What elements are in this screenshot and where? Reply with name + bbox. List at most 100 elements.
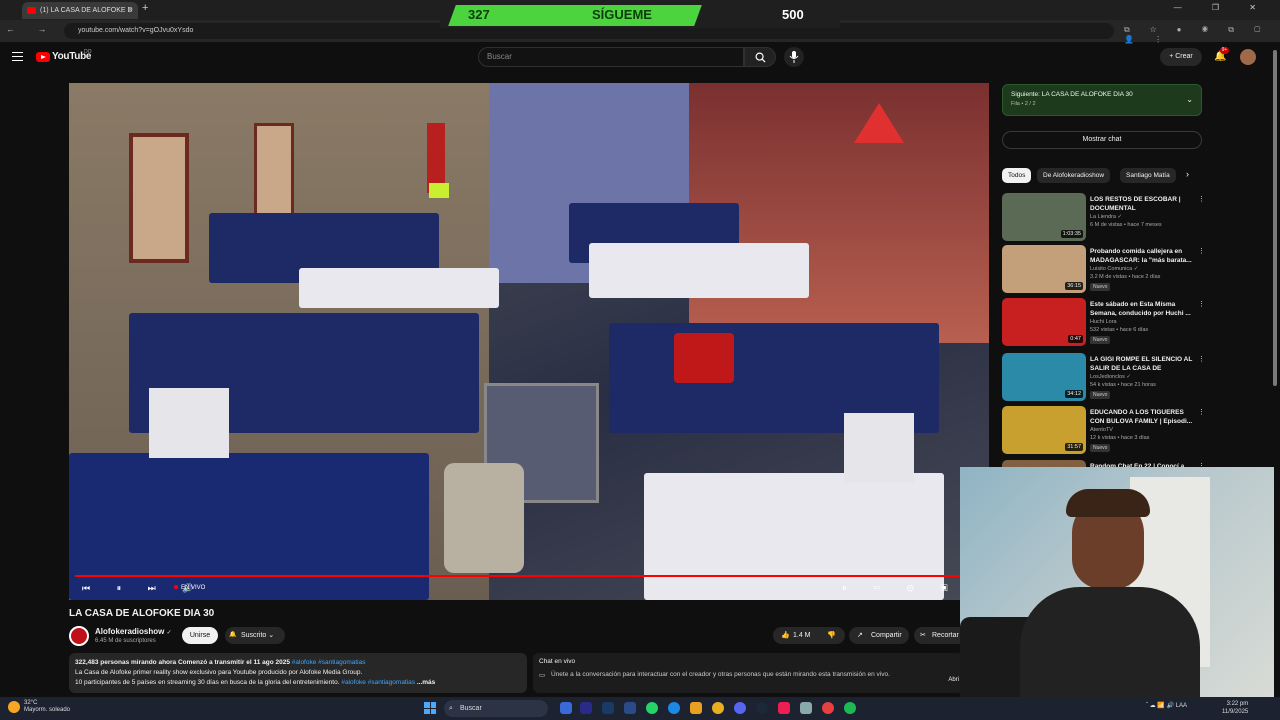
thumbs-down-icon[interactable]: 👎 [827,627,836,644]
recommended-video-meta: 12 k vistas • hace 3 días [1090,435,1150,441]
search-button[interactable] [744,47,776,67]
menu-icon[interactable] [12,52,23,61]
whatsapp-icon[interactable] [646,702,658,714]
recommended-video-channel[interactable]: La Liendra ✓ [1090,214,1122,220]
clip-label: Recortar [932,632,959,639]
taskview-icon[interactable] [560,702,572,714]
spotify-icon[interactable] [844,702,856,714]
description-stats: 322,483 personas mirando ahora Comenzó a… [75,659,290,666]
create-button[interactable]: + Crear [1160,48,1202,66]
up-next-panel[interactable]: Siguiente: LA CASA DE ALOFOKE DIA 30 Fil… [1002,84,1202,116]
new-badge: Nuevo [1090,391,1111,399]
video-duration: 31:57 [1065,443,1083,451]
channel-avatar[interactable] [69,626,89,646]
more-options-icon[interactable]: ⋮ [1198,408,1205,416]
video-thumbnail[interactable]: 31:57 [1002,406,1086,454]
weather-sun-icon[interactable] [8,701,20,713]
youtube-favicon-icon [27,7,36,14]
recommended-video[interactable]: 1:03:35 LOS RESTOS DE ESCOBAR | DOCUMENTA… [1002,193,1205,243]
recommended-video-channel[interactable]: LosJedionclos ✓ [1090,374,1131,380]
channel-name-text[interactable]: Alofokeradioshow [95,627,164,636]
steam-icon[interactable] [756,702,768,714]
thumbs-up-icon: 👍 [781,632,790,639]
taskbar-clock[interactable]: 3:22 pm 11/9/2025 [1222,700,1248,716]
description-line-2: La Casa de Alofoke primer reality show e… [75,669,363,676]
video-description[interactable]: 322,483 personas mirando ahora Comenzó a… [69,653,527,693]
window-controls[interactable]: — ❐ ✕ [1174,3,1270,12]
video-player[interactable] [69,83,989,600]
app-icon-2[interactable] [800,702,812,714]
recommended-video[interactable]: 36:15 Probando comida callejera en MADAGA… [1002,245,1205,295]
overlay-left-count: 327 [468,7,490,22]
subscribed-button[interactable]: Suscrito ⌄ [225,627,285,644]
weather-widget[interactable]: 32°C Mayorm. soleado [24,700,70,714]
open-chat-button[interactable]: Abri [948,677,959,683]
recommended-video[interactable]: 34:12 LA GIGI ROMPE EL SILENCIO AL SALIR … [1002,353,1205,403]
windows-start-icon[interactable] [424,702,436,714]
search-input[interactable]: Buscar [478,47,744,67]
description-hashtags-2[interactable]: #alofoke #santiagomatias [341,679,415,686]
tab-close-icon[interactable]: ✕ [127,2,133,19]
recommended-video-title[interactable]: LOS RESTOS DE ESCOBAR | DOCUMENTAL [1090,195,1194,213]
edge-icon[interactable] [668,702,680,714]
recommended-video-title[interactable]: LA GIGI ROMPE EL SILENCIO AL SALIR DE LA… [1090,355,1194,373]
account-avatar[interactable] [1240,49,1256,65]
chip-santiago[interactable]: Santiago Matía [1120,168,1176,183]
live-chat-panel[interactable]: Chat en vivo ▭ Únete a la conversación p… [533,653,963,693]
join-button[interactable]: Unirse [182,627,218,644]
live-indicator[interactable]: EN VIVO [174,585,205,591]
recommended-video-title[interactable]: Este sábado en Esta Mísma Semana, conduc… [1090,300,1194,318]
tiktok-icon[interactable] [778,702,790,714]
premiere-icon[interactable] [580,702,592,714]
subscriber-count: 6.45 M de suscriptores [95,638,156,644]
video-scene-laundry-basket [444,463,524,573]
more-options-icon[interactable]: ⋮ [1198,247,1205,255]
video-thumbnail[interactable]: 0:47 [1002,298,1086,346]
more-options-icon[interactable]: ⋮ [1198,195,1205,203]
voice-search-button[interactable] [784,47,804,67]
app-icon-3[interactable] [822,702,834,714]
taskbar-search[interactable]: ⌕ Buscar [444,700,548,717]
chevron-down-icon[interactable]: ⌄ [1186,95,1193,104]
chrome-icon[interactable] [712,702,724,714]
live-chat-prompt: ▭ Únete a la conversación para interactu… [539,671,957,679]
chips-next-icon[interactable]: › [1186,169,1189,179]
file-explorer-icon[interactable] [690,702,702,714]
new-tab-button[interactable]: + [142,2,148,14]
taskbar-search-icon: ⌕ [449,705,453,712]
extension-icons[interactable]: ⧉ ☆ ● ◉ ⧉ ▢ 👤 ⋮ [1124,25,1280,44]
more-options-icon[interactable]: ⋮ [1198,355,1205,363]
recommended-video-channel[interactable]: Luisito Comunica ✓ [1090,266,1138,272]
streamer-webcam [960,467,1274,707]
discord-icon[interactable] [734,702,746,714]
more-options-icon[interactable]: ⋮ [1198,300,1205,308]
like-button[interactable]: 👍 1.4 M 👎 [773,627,845,644]
app-icon[interactable] [624,702,636,714]
recommended-video-title[interactable]: Probando comida callejera en MADAGASCAR:… [1090,247,1194,265]
system-tray[interactable]: ˆ ☁ 📶 🔊 LAA [1146,702,1187,709]
video-scene-nightstand [149,388,229,458]
video-thumbnail[interactable]: 36:15 [1002,245,1086,293]
video-progress-fill[interactable] [75,575,960,577]
scrollbar-thumb[interactable] [1273,50,1277,386]
video-scene-sheet [299,268,499,308]
recommended-video-title[interactable]: EDUCANDO A LOS TIGUERES CON BULOVA FAMIL… [1090,408,1194,426]
photoshop-icon[interactable] [602,702,614,714]
show-more-link[interactable]: ...más [417,679,435,686]
chip-all[interactable]: Todos [1002,168,1032,183]
chip-channel[interactable]: De Alofokeradioshow [1037,168,1111,183]
recommended-video-channel[interactable]: AtentoTV [1090,427,1113,433]
recommended-video[interactable]: 31:57 EDUCANDO A LOS TIGUERES CON BULOVA … [1002,406,1205,456]
channel-name[interactable]: Alofokeradioshow ✓ [95,627,172,636]
video-thumbnail[interactable]: 1:03:35 [1002,193,1086,241]
description-hashtags[interactable]: #alofoke #santiagomatias [292,659,366,666]
browser-tab-youtube[interactable]: (1) LA CASA DE ALOFOKE D ✕ [22,2,138,19]
show-chat-button[interactable]: Mostrar chat [1002,131,1202,149]
video-thumbnail[interactable]: 34:12 [1002,353,1086,401]
recommended-video[interactable]: 0:47 Este sábado en Esta Mísma Semana, co… [1002,298,1205,348]
weather-temp: 32°C [24,700,38,706]
youtube-logo-icon[interactable] [36,52,50,62]
video-title: LA CASA DE ALOFOKE DIA 30 [69,608,215,619]
recommended-video-channel[interactable]: Huchi Lora [1090,319,1117,325]
share-button[interactable]: ↗ Compartir [849,627,909,644]
